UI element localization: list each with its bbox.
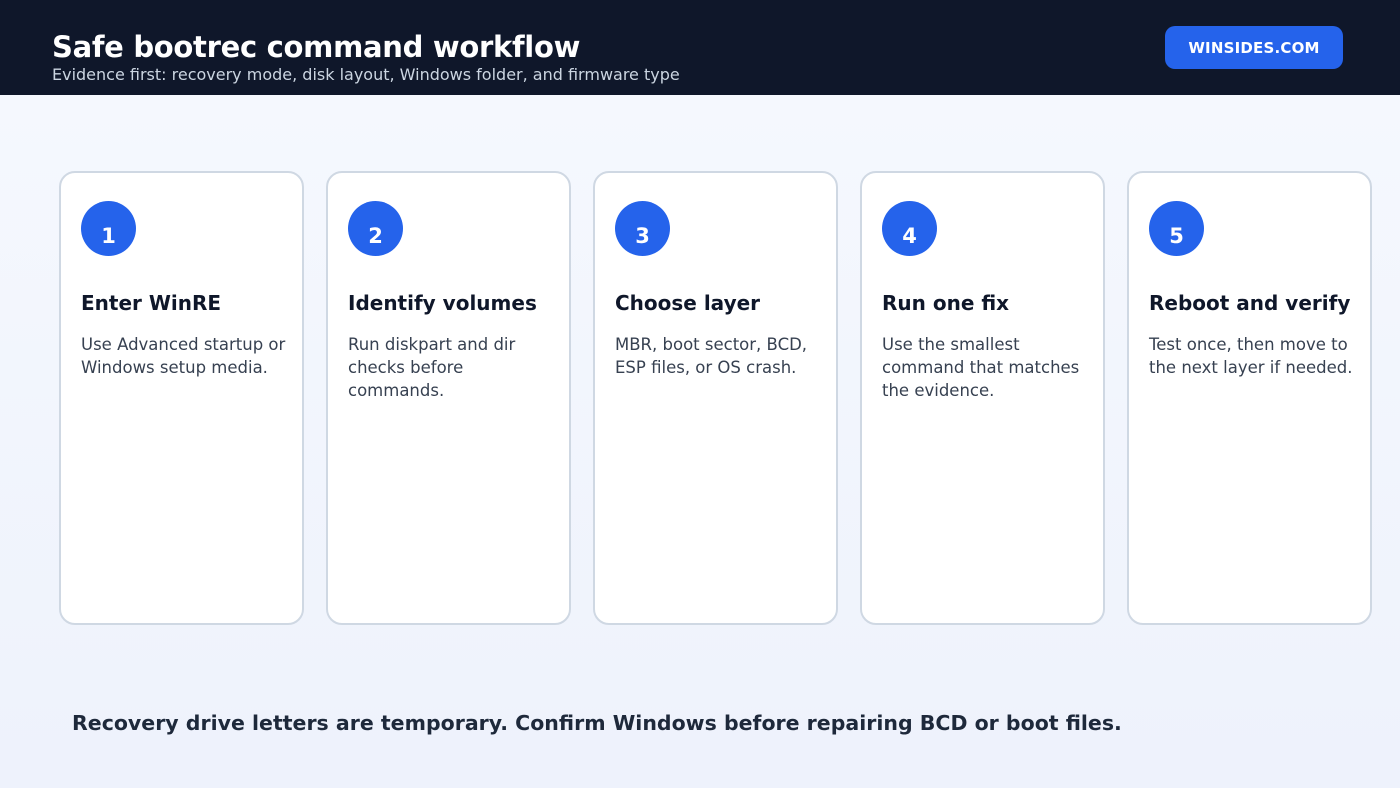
footer-note: Recovery drive letters are temporary. Co… [72,711,1122,735]
step-number-badge: 3 [615,201,670,256]
brand-badge[interactable]: WINSIDES.COM [1165,26,1343,69]
step-card-3: 3 Choose layer MBR, boot sector, BCD, ES… [593,171,838,625]
step-number-badge: 2 [348,201,403,256]
step-title: Run one fix [882,291,1010,315]
step-title: Enter WinRE [81,291,222,315]
step-description: Run diskpart and dir checks before comma… [348,335,516,400]
page-title: Safe bootrec command workflow [52,30,581,64]
step-number-badge: 5 [1149,201,1204,256]
step-title: Reboot and verify [1149,291,1351,315]
step-card-1: 1 Enter WinRE Use Advanced startup or Wi… [59,171,304,625]
step-title: Identify volumes [348,291,537,315]
step-description: Use Advanced startup or Windows setup me… [81,335,286,377]
step-card-2: 2 Identify volumes Run diskpart and dir … [326,171,571,625]
step-number-badge: 4 [882,201,937,256]
step-card-4: 4 Run one fix Use the smallest command t… [860,171,1105,625]
step-title: Choose layer [615,291,761,315]
page-subtitle: Evidence first: recovery mode, disk layo… [52,65,680,84]
step-description: MBR, boot sector, BCD, ESP files, or OS … [615,335,808,377]
step-description: Test once, then move to the next layer i… [1149,335,1353,377]
header-bar: Safe bootrec command workflow Evidence f… [0,0,1400,95]
step-description: Use the smallest command that matches th… [882,335,1080,400]
step-number-badge: 1 [81,201,136,256]
step-card-5: 5 Reboot and verify Test once, then move… [1127,171,1372,625]
